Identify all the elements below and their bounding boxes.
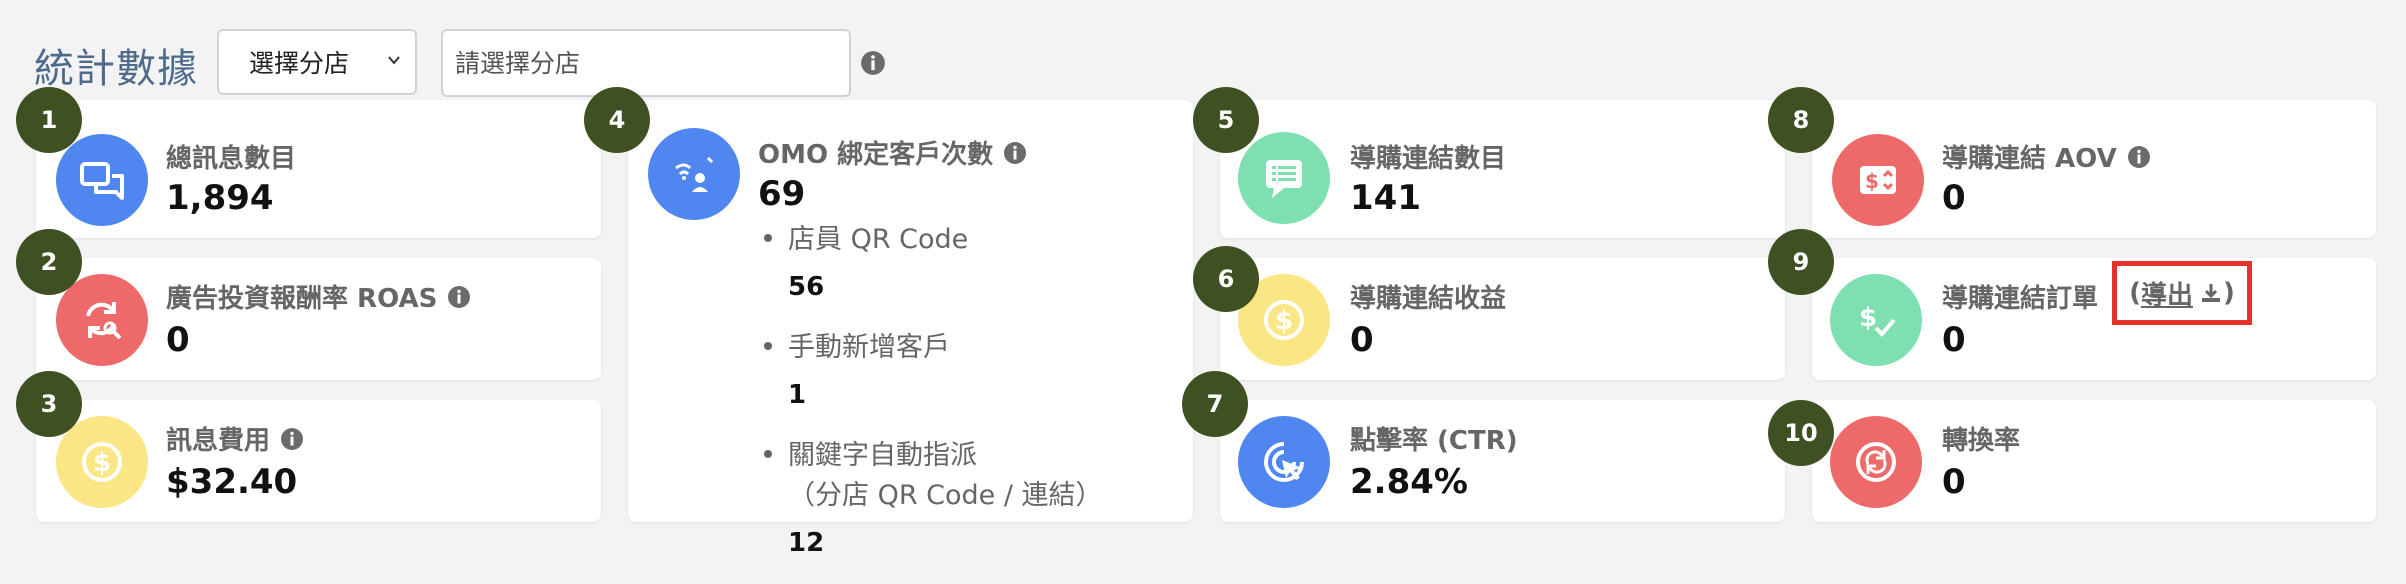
info-icon[interactable]: [2127, 145, 2151, 169]
step-badge: 3: [16, 371, 82, 437]
card-title: 轉換率: [1942, 426, 2021, 456]
page-title: 統計數據: [34, 46, 198, 92]
step-badge: 1: [16, 87, 82, 153]
branch-input[interactable]: [441, 29, 851, 97]
conversion-icon: [1830, 416, 1922, 508]
card-value: 0: [166, 320, 190, 360]
card-title: 導購連結數目: [1350, 144, 1507, 174]
step-badge: 4: [584, 87, 650, 153]
chat-icon: [56, 134, 148, 226]
list-item-label: 店員 QR Code: [788, 224, 969, 255]
svg-text:$: $: [1859, 303, 1877, 333]
message-list-icon: [1238, 132, 1330, 224]
step-badge: 6: [1193, 246, 1259, 312]
export-link[interactable]: ( 導出 ): [2112, 261, 2252, 325]
card-title: 導購連結收益: [1350, 284, 1507, 314]
info-icon[interactable]: [1003, 141, 1027, 165]
list-item-label: 關鍵字自動指派: [788, 440, 977, 471]
branch-select-label: 選擇分店: [249, 49, 350, 78]
svg-text:$: $: [93, 448, 111, 478]
list-item-value: 1: [788, 380, 807, 410]
omo-breakdown-list: 店員 QR Code 56 手動新增客戶 1 關鍵字自動指派 （分店 QR Co…: [762, 220, 1103, 584]
list-item-value: 56: [788, 272, 825, 302]
card-title: 廣告投資報酬率 ROAS: [166, 278, 471, 315]
download-icon: [2202, 284, 2220, 302]
branch-select[interactable]: 選擇分店: [217, 29, 417, 95]
card-title: 導購連結訂單: [1942, 284, 2099, 314]
roas-icon: [56, 274, 148, 366]
dollar-check-icon: $: [1830, 274, 1922, 366]
list-item-value: 12: [788, 528, 825, 558]
card-value: 0: [1942, 178, 1966, 218]
step-badge: 8: [1768, 87, 1834, 153]
step-badge: 7: [1182, 371, 1248, 437]
info-icon[interactable]: [280, 427, 304, 451]
aov-icon: $: [1832, 134, 1924, 226]
omo-icon: [648, 128, 740, 220]
step-badge: 9: [1768, 229, 1834, 295]
info-icon[interactable]: [447, 285, 471, 309]
card-value: 2.84%: [1350, 462, 1468, 502]
chevron-down-icon: [388, 56, 400, 65]
svg-text:$: $: [1275, 306, 1293, 336]
card-value: 1,894: [166, 178, 274, 218]
card-value: $32.40: [166, 462, 298, 502]
card-value: 0: [1350, 320, 1374, 360]
card-title: 訊息費用: [166, 420, 304, 457]
card-value: 0: [1942, 462, 1966, 502]
dollar-icon: $: [56, 416, 148, 508]
step-badge: 2: [16, 229, 82, 295]
card-value: 0: [1942, 320, 1966, 360]
info-icon[interactable]: [860, 50, 886, 76]
step-badge: 10: [1768, 400, 1834, 466]
svg-text:$: $: [1865, 169, 1879, 193]
list-item-label: 手動新增客戶: [788, 332, 950, 363]
card-value: 69: [758, 174, 806, 214]
list-item-sublabel: （分店 QR Code / 連結）: [788, 480, 1103, 511]
list-item: 關鍵字自動指派 （分店 QR Code / 連結） 12: [762, 436, 1103, 558]
card-title: 導購連結 AOV: [1942, 138, 2151, 175]
step-badge: 5: [1193, 87, 1259, 153]
export-link-label: 導出: [2140, 280, 2193, 311]
card-title: 總訊息數目: [166, 144, 297, 174]
card-value: 141: [1350, 178, 1421, 218]
list-item: 手動新增客戶 1: [762, 328, 1103, 410]
click-icon: [1238, 416, 1330, 508]
list-item: 店員 QR Code 56: [762, 220, 1103, 302]
card-title: OMO 綁定客戶次數: [758, 134, 1027, 171]
card-title: 點擊率 (CTR): [1350, 426, 1518, 456]
